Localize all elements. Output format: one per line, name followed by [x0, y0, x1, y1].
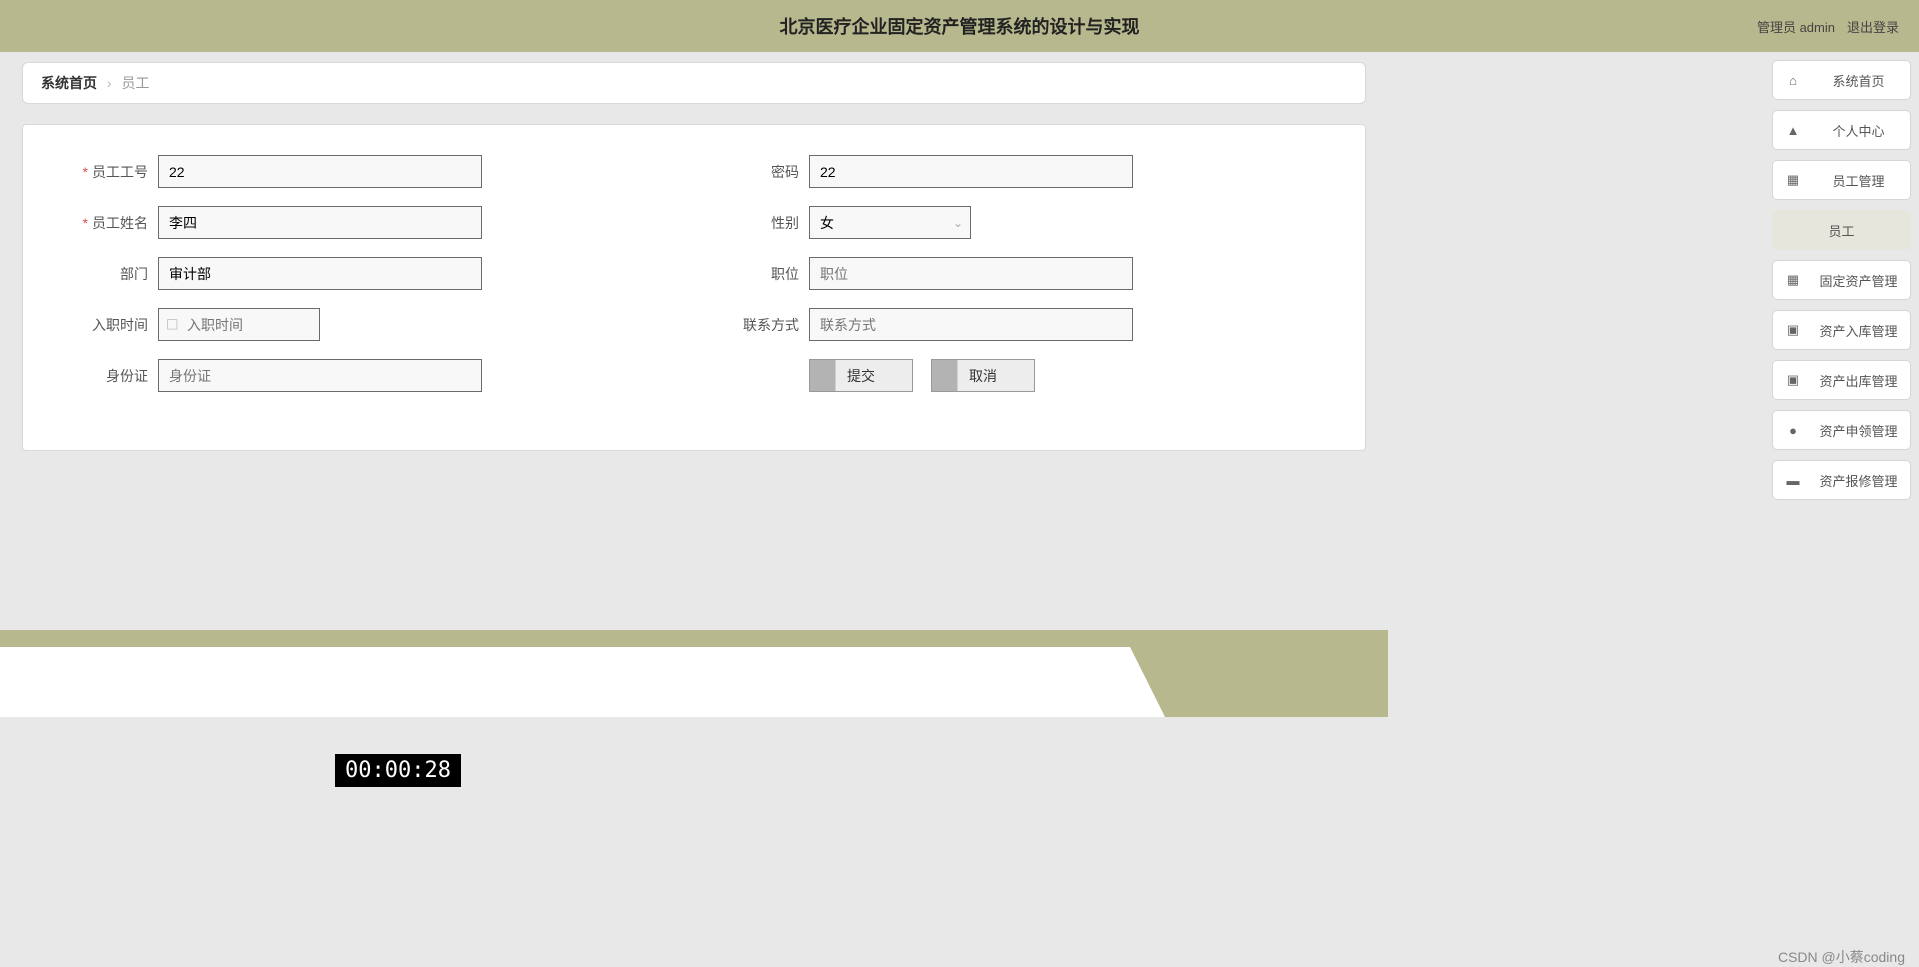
dept-label: 部门: [43, 264, 158, 284]
field-gender: 性别 ⌄: [694, 206, 1345, 239]
employee-form: 员工工号 密码 员工姓名 性别 ⌄ 部门: [22, 124, 1366, 451]
monitor-icon: ▬: [1783, 473, 1803, 488]
breadcrumb-home[interactable]: 系统首页: [41, 75, 97, 91]
submit-button[interactable]: 提交: [809, 359, 913, 392]
timer-overlay: 00:00:28: [335, 754, 461, 787]
grid-icon: ▦: [1783, 272, 1803, 288]
field-dept: 部门: [43, 257, 694, 290]
outbox-icon: ▣: [1783, 372, 1803, 388]
emp-id-label: 员工工号: [43, 162, 158, 182]
contact-input[interactable]: [809, 308, 1133, 341]
sidebar-item-asset-mgmt[interactable]: ▦ 固定资产管理: [1772, 260, 1911, 300]
contact-label: 联系方式: [694, 315, 809, 335]
field-contact: 联系方式: [694, 308, 1345, 341]
field-emp-id: 员工工号: [43, 155, 694, 188]
sidebar-profile-label: 个人中心: [1817, 121, 1900, 140]
button-group: 提交 取消: [694, 359, 1345, 392]
header-user-area: 管理员 admin 退出登录: [1757, 17, 1899, 36]
gender-label: 性别: [694, 213, 809, 233]
sidebar-nav: ⌂ 系统首页 ▲ 个人中心 ▦ 员工管理 员工 ▦ 固定资产管理 ▣ 资产入库管…: [1764, 52, 1919, 518]
field-position: 职位: [694, 257, 1345, 290]
sidebar-emp-mgmt-label: 员工管理: [1817, 171, 1900, 190]
idcard-input[interactable]: [158, 359, 482, 392]
logout-link[interactable]: 退出登录: [1847, 17, 1899, 36]
sidebar-item-home[interactable]: ⌂ 系统首页: [1772, 60, 1911, 100]
sidebar-asset-repair-label: 资产报修管理: [1817, 471, 1900, 490]
grid-icon: ▦: [1783, 172, 1803, 188]
sidebar-item-emp[interactable]: 员工: [1772, 210, 1911, 250]
password-label: 密码: [694, 162, 809, 182]
position-label: 职位: [694, 264, 809, 284]
page-title: 北京医疗企业固定资产管理系统的设计与实现: [780, 13, 1140, 39]
watermark: CSDN @小蔡coding: [1778, 947, 1905, 967]
sidebar-asset-out-label: 资产出库管理: [1817, 371, 1900, 390]
sidebar-asset-mgmt-label: 固定资产管理: [1817, 271, 1900, 290]
sidebar-item-asset-repair[interactable]: ▬ 资产报修管理: [1772, 460, 1911, 500]
calendar-icon: ☐: [166, 316, 179, 333]
person-icon: ▲: [1783, 123, 1803, 138]
gender-select[interactable]: [809, 206, 971, 239]
emp-name-label: 员工姓名: [43, 213, 158, 233]
hiredate-input[interactable]: [158, 308, 320, 341]
breadcrumb-separator: ›: [107, 75, 112, 91]
hiredate-label: 入职时间: [43, 315, 158, 335]
field-hiredate: 入职时间 ☐: [43, 308, 694, 341]
emp-id-input[interactable]: [158, 155, 482, 188]
gender-select-wrap[interactable]: ⌄: [809, 206, 971, 239]
inbox-icon: ▣: [1783, 322, 1803, 338]
dept-input[interactable]: [158, 257, 482, 290]
footer-white-overlay: [0, 647, 1165, 717]
main-content: 系统首页 › 员工 员工工号 密码 员工姓名 性别 ⌄: [0, 52, 1388, 471]
sidebar-emp-label: 员工: [1782, 221, 1901, 240]
password-input[interactable]: [809, 155, 1133, 188]
sidebar-item-emp-mgmt[interactable]: ▦ 员工管理: [1772, 160, 1911, 200]
bulb-icon: ●: [1783, 423, 1803, 438]
breadcrumb: 系统首页 › 员工: [22, 62, 1366, 104]
sidebar-asset-in-label: 资产入库管理: [1817, 321, 1900, 340]
admin-label[interactable]: 管理员 admin: [1757, 17, 1835, 36]
sidebar-item-profile[interactable]: ▲ 个人中心: [1772, 110, 1911, 150]
field-emp-name: 员工姓名: [43, 206, 694, 239]
sidebar-item-asset-in[interactable]: ▣ 资产入库管理: [1772, 310, 1911, 350]
cancel-button[interactable]: 取消: [931, 359, 1035, 392]
field-password: 密码: [694, 155, 1345, 188]
breadcrumb-current: 员工: [121, 75, 149, 91]
form-buttons: 提交 取消: [809, 359, 1035, 392]
sidebar-item-asset-apply[interactable]: ● 资产申领管理: [1772, 410, 1911, 450]
hiredate-wrap: ☐: [158, 308, 320, 341]
sidebar-item-asset-out[interactable]: ▣ 资产出库管理: [1772, 360, 1911, 400]
header-bar: 北京医疗企业固定资产管理系统的设计与实现 管理员 admin 退出登录: [0, 0, 1919, 52]
position-input[interactable]: [809, 257, 1133, 290]
idcard-label: 身份证: [43, 366, 158, 386]
sidebar-asset-apply-label: 资产申领管理: [1817, 421, 1900, 440]
field-idcard: 身份证: [43, 359, 694, 392]
sidebar-home-label: 系统首页: [1817, 71, 1900, 90]
home-icon: ⌂: [1783, 73, 1803, 88]
emp-name-input[interactable]: [158, 206, 482, 239]
